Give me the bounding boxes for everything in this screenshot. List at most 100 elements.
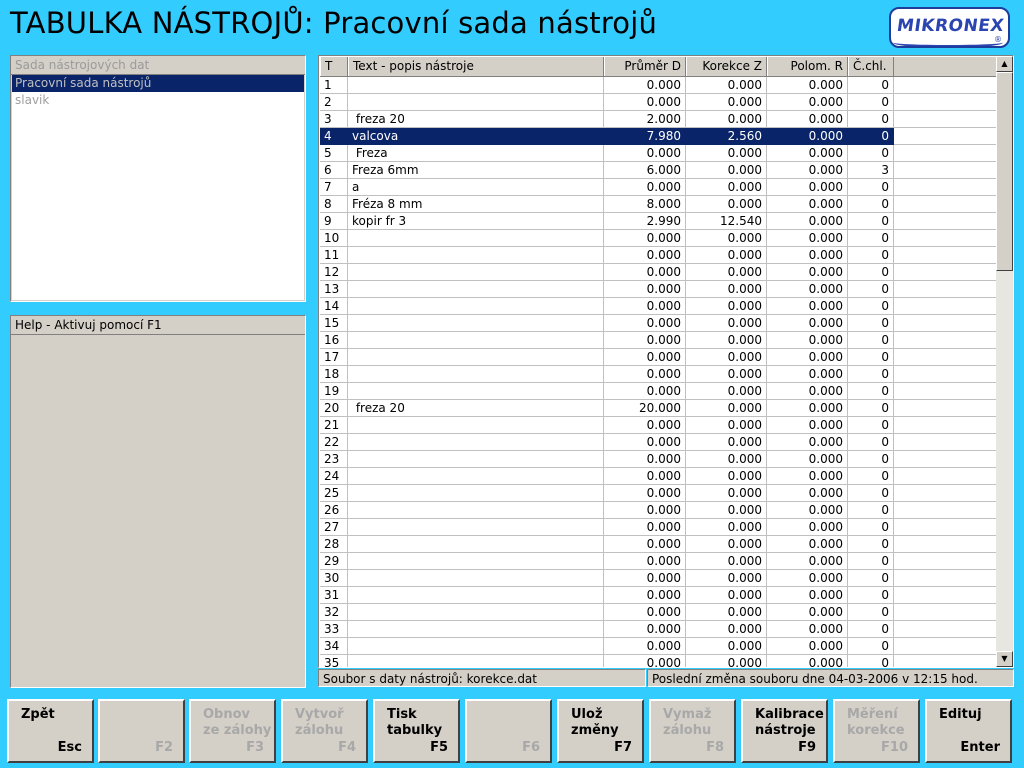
scroll-thumb[interactable]	[996, 72, 1013, 271]
cell-tool-number[interactable]: 10	[320, 230, 348, 247]
cell-description[interactable]	[348, 502, 604, 519]
cell-tool-number[interactable]: 5	[320, 145, 348, 162]
scroll-down-arrow-icon[interactable]: ▼	[996, 651, 1013, 667]
table-row[interactable]: 27 0.000 0.000 0.000 0	[320, 519, 996, 536]
cell-description[interactable]	[348, 383, 604, 400]
cell-correction-z[interactable]: 0.000	[686, 196, 767, 213]
cell-description[interactable]: a	[348, 179, 604, 196]
cell-coolant[interactable]: 0	[848, 621, 894, 638]
cell-diameter[interactable]: 0.000	[604, 298, 686, 315]
table-row[interactable]: 8 Fréza 8 mm 8.000 0.000 0.000 0	[320, 196, 996, 213]
cell-description[interactable]	[348, 247, 604, 264]
cell-description[interactable]: freza 20	[348, 400, 604, 417]
cell-radius[interactable]: 0.000	[767, 638, 848, 655]
cell-radius[interactable]: 0.000	[767, 485, 848, 502]
cell-tool-number[interactable]: 22	[320, 434, 348, 451]
cell-diameter[interactable]: 0.000	[604, 485, 686, 502]
cell-diameter[interactable]: 20.000	[604, 400, 686, 417]
table-row[interactable]: 35 0.000 0.000 0.000 0	[320, 655, 996, 667]
cell-coolant[interactable]: 0	[848, 519, 894, 536]
cell-description[interactable]: freza 20	[348, 111, 604, 128]
cell-radius[interactable]: 0.000	[767, 264, 848, 281]
cell-coolant[interactable]: 3	[848, 162, 894, 179]
cell-description[interactable]	[348, 349, 604, 366]
table-row[interactable]: 12 0.000 0.000 0.000 0	[320, 264, 996, 281]
table-row[interactable]: 5 Freza 0.000 0.000 0.000 0	[320, 145, 996, 162]
cell-correction-z[interactable]: 0.000	[686, 434, 767, 451]
cell-correction-z[interactable]: 12.540	[686, 213, 767, 230]
cell-description[interactable]	[348, 298, 604, 315]
cell-coolant[interactable]: 0	[848, 349, 894, 366]
cell-correction-z[interactable]: 0.000	[686, 247, 767, 264]
cell-diameter[interactable]: 0.000	[604, 451, 686, 468]
cell-radius[interactable]: 0.000	[767, 621, 848, 638]
column-header-text[interactable]: Text - popis nástroje	[348, 57, 604, 76]
cell-coolant[interactable]: 0	[848, 383, 894, 400]
cell-correction-z[interactable]: 0.000	[686, 655, 767, 667]
cell-coolant[interactable]: 0	[848, 451, 894, 468]
cell-tool-number[interactable]: 16	[320, 332, 348, 349]
cell-correction-z[interactable]: 0.000	[686, 417, 767, 434]
cell-correction-z[interactable]: 0.000	[686, 366, 767, 383]
cell-tool-number[interactable]: 19	[320, 383, 348, 400]
cell-diameter[interactable]: 0.000	[604, 604, 686, 621]
cell-tool-number[interactable]: 11	[320, 247, 348, 264]
cell-description[interactable]: Fréza 8 mm	[348, 196, 604, 213]
cell-radius[interactable]: 0.000	[767, 417, 848, 434]
cell-diameter[interactable]: 0.000	[604, 247, 686, 264]
table-row[interactable]: 28 0.000 0.000 0.000 0	[320, 536, 996, 553]
cell-description[interactable]	[348, 281, 604, 298]
cell-description[interactable]	[348, 94, 604, 111]
cell-radius[interactable]: 0.000	[767, 281, 848, 298]
cell-correction-z[interactable]: 0.000	[686, 145, 767, 162]
table-row[interactable]: 22 0.000 0.000 0.000 0	[320, 434, 996, 451]
cell-coolant[interactable]: 0	[848, 332, 894, 349]
cell-tool-number[interactable]: 25	[320, 485, 348, 502]
cell-tool-number[interactable]: 20	[320, 400, 348, 417]
cell-radius[interactable]: 0.000	[767, 145, 848, 162]
cell-radius[interactable]: 0.000	[767, 604, 848, 621]
cell-radius[interactable]: 0.000	[767, 128, 848, 145]
table-row[interactable]: 32 0.000 0.000 0.000 0	[320, 604, 996, 621]
cell-coolant[interactable]: 0	[848, 196, 894, 213]
cell-radius[interactable]: 0.000	[767, 196, 848, 213]
cell-description[interactable]	[348, 315, 604, 332]
cell-tool-number[interactable]: 17	[320, 349, 348, 366]
cell-radius[interactable]: 0.000	[767, 570, 848, 587]
cell-coolant[interactable]: 0	[848, 281, 894, 298]
table-row[interactable]: 26 0.000 0.000 0.000 0	[320, 502, 996, 519]
tool-set-list[interactable]: Pracovní sada nástrojů slavik	[12, 75, 304, 300]
back-button[interactable]: Zpět Esc	[7, 699, 94, 763]
cell-diameter[interactable]: 0.000	[604, 145, 686, 162]
cell-coolant[interactable]: 0	[848, 638, 894, 655]
table-row[interactable]: 25 0.000 0.000 0.000 0	[320, 485, 996, 502]
table-row[interactable]: 24 0.000 0.000 0.000 0	[320, 468, 996, 485]
cell-coolant[interactable]: 0	[848, 502, 894, 519]
cell-tool-number[interactable]: 33	[320, 621, 348, 638]
cell-description[interactable]	[348, 366, 604, 383]
cell-tool-number[interactable]: 8	[320, 196, 348, 213]
cell-radius[interactable]: 0.000	[767, 502, 848, 519]
cell-radius[interactable]: 0.000	[767, 230, 848, 247]
cell-description[interactable]	[348, 536, 604, 553]
cell-correction-z[interactable]: 0.000	[686, 349, 767, 366]
cell-coolant[interactable]: 0	[848, 315, 894, 332]
cell-radius[interactable]: 0.000	[767, 111, 848, 128]
column-header-diameter[interactable]: Průměr D	[604, 57, 686, 76]
cell-radius[interactable]: 0.000	[767, 383, 848, 400]
cell-diameter[interactable]: 0.000	[604, 332, 686, 349]
cell-coolant[interactable]: 0	[848, 179, 894, 196]
cell-coolant[interactable]: 0	[848, 655, 894, 667]
cell-diameter[interactable]: 0.000	[604, 434, 686, 451]
table-row[interactable]: 1 0.000 0.000 0.000 0	[320, 77, 996, 94]
cell-radius[interactable]: 0.000	[767, 94, 848, 111]
cell-coolant[interactable]: 0	[848, 77, 894, 94]
cell-diameter[interactable]: 0.000	[604, 468, 686, 485]
cell-description[interactable]	[348, 519, 604, 536]
cell-correction-z[interactable]: 0.000	[686, 162, 767, 179]
cell-correction-z[interactable]: 0.000	[686, 111, 767, 128]
cell-coolant[interactable]: 0	[848, 213, 894, 230]
cell-coolant[interactable]: 0	[848, 417, 894, 434]
create-backup-button[interactable]: Vytvoř zálohu F4	[281, 699, 368, 763]
cell-coolant[interactable]: 0	[848, 553, 894, 570]
